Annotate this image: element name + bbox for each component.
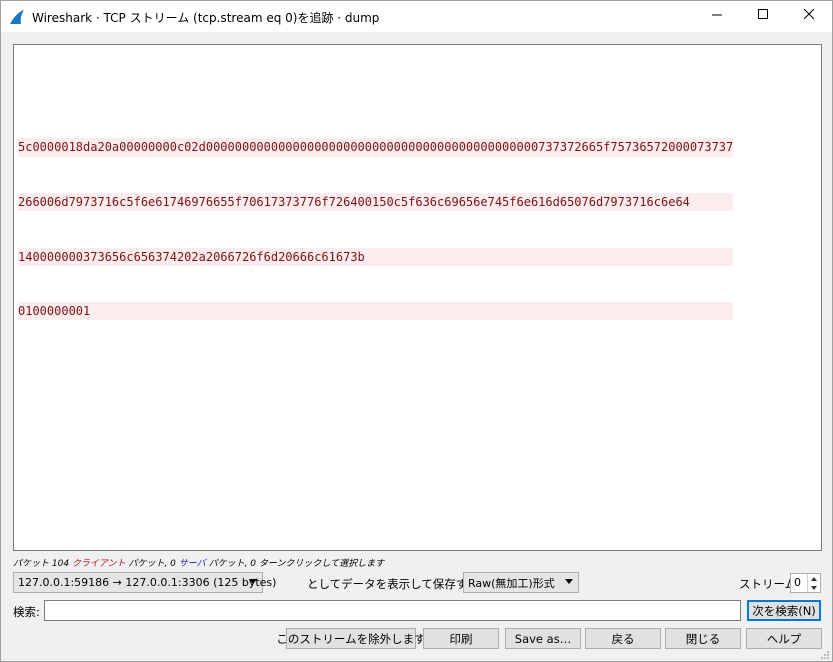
status-suffix: パケット, 0 ターンクリックして選択します <box>208 559 385 569</box>
back-button[interactable]: 戻る <box>585 628 661 649</box>
status-prefix: パケット 104 <box>13 559 70 569</box>
spin-up-button[interactable] <box>807 574 820 583</box>
format-select[interactable]: Raw(無加工)形式 <box>463 572 579 593</box>
stream-line-client: 140000000373656c656374202a2066726f6d2066… <box>18 247 734 266</box>
resize-grip-icon[interactable] <box>820 649 830 659</box>
maximize-button[interactable] <box>740 1 786 31</box>
help-button[interactable]: ヘルプ <box>746 628 822 649</box>
format-select-value: Raw(無加工)形式 <box>468 576 555 590</box>
print-button[interactable]: 印刷 <box>423 628 499 649</box>
minimize-icon <box>711 9 723 23</box>
arrow-up-icon <box>811 576 817 581</box>
arrow-down-icon <box>811 585 817 590</box>
save-as-button[interactable]: Save as… <box>505 628 581 649</box>
close-button[interactable]: 閉じる <box>665 628 741 649</box>
find-next-button[interactable]: 次を検索(N) <box>747 600 821 621</box>
spin-down-button[interactable] <box>807 583 820 592</box>
close-window-button[interactable] <box>786 1 832 31</box>
conversation-select-value: 127.0.0.1:59186 → 127.0.0.1:3306 (125 by… <box>18 576 277 589</box>
packet-status-line: パケット 104 クライアント パケット, 0 サーバ パケット, 0 ターンク… <box>13 556 384 569</box>
stream-content-view[interactable]: 5c0000018da20a00000000c02d00000000000000… <box>13 44 822 551</box>
chevron-down-icon <box>565 579 573 584</box>
search-label: 検索: <box>13 605 40 619</box>
stream-text: 5c0000018da20a00000000c02d00000000000000… <box>18 102 734 357</box>
follow-tcp-stream-window: Wireshark · TCP ストリーム (tcp.stream eq 0)を… <box>0 0 833 662</box>
title-bar[interactable]: Wireshark · TCP ストリーム (tcp.stream eq 0)を… <box>1 1 832 32</box>
show-save-label: としてデータを表示して保存する <box>307 577 479 591</box>
stream-line-client: 266006d7973716c5f6e61746976655f706173737… <box>18 193 734 212</box>
status-mid: パケット, 0 <box>128 559 176 569</box>
window-title: Wireshark · TCP ストリーム (tcp.stream eq 0)を… <box>32 11 380 25</box>
client-label: クライアント <box>71 559 126 569</box>
stream-number-label: ストリーム <box>739 577 797 591</box>
stream-number-value: 0 <box>794 576 801 589</box>
stream-line-client: 0100000001 <box>18 302 734 321</box>
maximize-icon <box>757 9 769 23</box>
minimize-button[interactable] <box>694 1 740 31</box>
close-icon <box>803 8 815 23</box>
server-label: サーバ <box>178 559 206 569</box>
stream-line-client: 5c0000018da20a00000000c02d00000000000000… <box>18 138 734 157</box>
stream-number-spinbox[interactable]: 0 <box>790 573 821 593</box>
search-input[interactable] <box>44 600 741 621</box>
wireshark-fin-icon <box>9 9 25 25</box>
chevron-down-icon <box>249 579 257 584</box>
filter-out-stream-button[interactable]: このストリームを除外します <box>276 628 426 649</box>
conversation-select[interactable]: 127.0.0.1:59186 → 127.0.0.1:3306 (125 by… <box>13 572 276 593</box>
